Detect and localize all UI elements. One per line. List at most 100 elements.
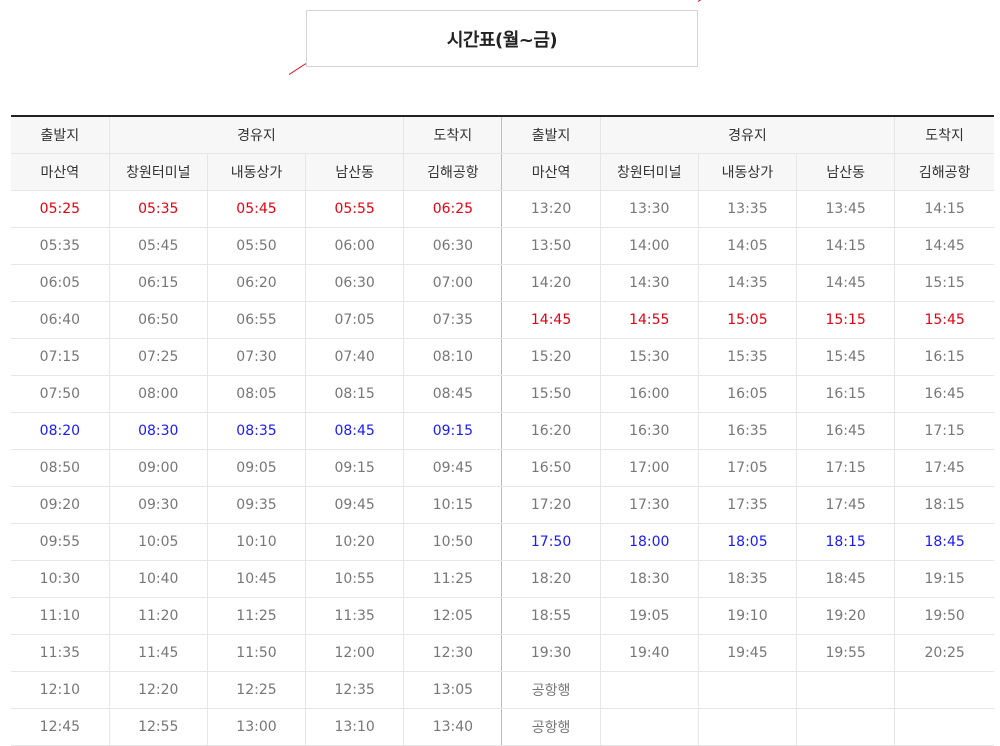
- time-cell: 14:15: [894, 190, 994, 228]
- time-cell: 16:00: [600, 375, 699, 413]
- table-row: 09:20 09:30 09:35 09:45 10:15 17:20 17:30 17:35…: [11, 486, 994, 524]
- time-cell: 18:20: [501, 560, 601, 598]
- time-cell: 16:30: [600, 412, 699, 450]
- time-cell: 19:40: [600, 634, 699, 672]
- time-cell: 13:20: [501, 190, 601, 228]
- time-cell: 07:50: [11, 375, 110, 413]
- time-cell: 11:35: [11, 634, 110, 672]
- time-cell: 07:30: [207, 338, 307, 376]
- time-cell: 09:05: [207, 449, 307, 487]
- time-cell: 19:10: [698, 597, 798, 635]
- time-cell: 07:25: [109, 338, 208, 376]
- time-cell: 08:30: [109, 412, 208, 450]
- time-cell: 19:05: [600, 597, 699, 635]
- table-row: 11:10 11:20 11:25 11:35 12:05 18:55 19:05 19:10…: [11, 597, 994, 635]
- stop-masan-2: 마산역: [501, 153, 601, 191]
- time-cell: 10:20: [305, 523, 405, 561]
- table-row: 08:20 08:30 08:35 08:45 09:15 16:20 16:30 16:35…: [11, 412, 994, 450]
- time-cell: 20:25: [894, 634, 994, 672]
- table-row: 06:40 06:50 06:55 07:05 07:35 14:45 14:55 15:05…: [11, 301, 994, 339]
- title-container: 시간표(월~금): [306, 10, 698, 67]
- time-cell: 08:15: [305, 375, 405, 413]
- time-cell: 17:30: [600, 486, 699, 524]
- table-row: 07:15 07:25 07:30 07:40 08:10 15:20 15:30 15:35…: [11, 338, 994, 376]
- time-cell: 06:50: [109, 301, 208, 339]
- time-cell: 13:10: [305, 708, 405, 746]
- time-cell: 15:45: [796, 338, 896, 376]
- time-cell: 10:50: [403, 523, 503, 561]
- time-cell: 09:15: [305, 449, 405, 487]
- time-cell: [894, 671, 994, 709]
- time-cell: 18:15: [796, 523, 896, 561]
- time-cell: 12:05: [403, 597, 503, 635]
- time-cell: 14:20: [501, 264, 601, 302]
- time-cell: 05:45: [207, 190, 307, 228]
- timetable: 출발지 경유지 도착지 출발지 경유지 도착지 마산역 창원터미널 내동상가 남…: [11, 115, 994, 746]
- time-cell: 15:15: [894, 264, 994, 302]
- time-cell: 16:45: [796, 412, 896, 450]
- time-cell: 17:20: [501, 486, 601, 524]
- time-cell: 17:35: [698, 486, 798, 524]
- time-cell: 11:25: [207, 597, 307, 635]
- time-cell: 18:45: [894, 523, 994, 561]
- time-cell: 07:00: [403, 264, 503, 302]
- time-cell: [698, 708, 798, 746]
- time-cell: 19:50: [894, 597, 994, 635]
- time-cell: 13:00: [207, 708, 307, 746]
- time-cell: 18:45: [796, 560, 896, 598]
- time-cell: 05:55: [305, 190, 405, 228]
- time-cell: 16:15: [796, 375, 896, 413]
- time-cell: 13:45: [796, 190, 896, 228]
- stop-changwon-terminal-2: 창원터미널: [600, 153, 699, 191]
- time-cell: 18:55: [501, 597, 601, 635]
- time-cell: 05:50: [207, 227, 307, 265]
- time-cell: 10:45: [207, 560, 307, 598]
- time-cell: 12:55: [109, 708, 208, 746]
- time-cell: 06:15: [109, 264, 208, 302]
- time-cell: 09:45: [305, 486, 405, 524]
- time-cell: 06:30: [305, 264, 405, 302]
- stop-masan: 마산역: [11, 153, 110, 191]
- time-cell: 09:20: [11, 486, 110, 524]
- time-cell: [698, 671, 798, 709]
- time-cell: 16:45: [894, 375, 994, 413]
- title-box: 시간표(월~금): [306, 10, 698, 67]
- time-cell: 06:55: [207, 301, 307, 339]
- time-cell: 14:15: [796, 227, 896, 265]
- time-cell: 12:00: [305, 634, 405, 672]
- time-cell: 11:20: [109, 597, 208, 635]
- time-cell: 15:35: [698, 338, 798, 376]
- time-cell: 19:20: [796, 597, 896, 635]
- time-cell: 08:50: [11, 449, 110, 487]
- time-cell: 07:35: [403, 301, 503, 339]
- time-cell: [600, 671, 699, 709]
- timetable-body: 05:25 05:35 05:45 05:55 06:25 13:20 13:30 13:35…: [11, 190, 994, 746]
- decorative-line-bottom-left: [288, 63, 307, 75]
- header-via: 경유지: [109, 115, 405, 154]
- time-cell: 07:05: [305, 301, 405, 339]
- table-row: 10:30 10:40 10:45 10:55 11:25 18:20 18:30 18:35…: [11, 560, 994, 598]
- time-cell: [796, 671, 896, 709]
- time-cell: 16:50: [501, 449, 601, 487]
- time-cell: 16:15: [894, 338, 994, 376]
- time-cell: 06:30: [403, 227, 503, 265]
- stop-header-row: 마산역 창원터미널 내동상가 남산동 김해공항 마산역 창원터미널 내동상가 남…: [11, 153, 994, 191]
- time-cell: 12:35: [305, 671, 405, 709]
- time-cell: 15:50: [501, 375, 601, 413]
- time-cell: 13:30: [600, 190, 699, 228]
- time-cell: 14:05: [698, 227, 798, 265]
- time-cell: 09:45: [403, 449, 503, 487]
- time-cell: 19:15: [894, 560, 994, 598]
- time-cell: 09:35: [207, 486, 307, 524]
- time-cell: 05:35: [109, 190, 208, 228]
- time-cell: 15:30: [600, 338, 699, 376]
- time-cell: 08:45: [305, 412, 405, 450]
- time-cell: 06:05: [11, 264, 110, 302]
- header-departure: 출발지: [11, 115, 110, 154]
- time-cell: 09:00: [109, 449, 208, 487]
- time-cell: 16:35: [698, 412, 798, 450]
- stop-gimhae-airport: 김해공항: [403, 153, 503, 191]
- time-cell: 08:05: [207, 375, 307, 413]
- table-row: 11:35 11:45 11:50 12:00 12:30 19:30 19:40 19:45…: [11, 634, 994, 672]
- time-cell: 18:15: [894, 486, 994, 524]
